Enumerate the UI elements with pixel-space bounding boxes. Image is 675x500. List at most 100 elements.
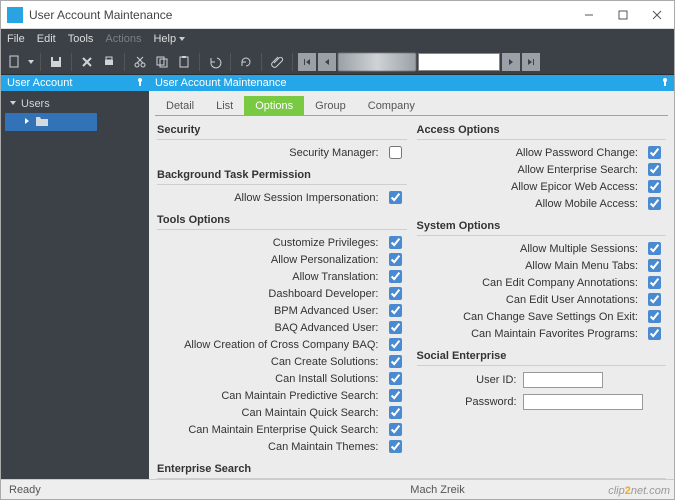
- label-password-change: Allow Password Change:: [516, 147, 638, 159]
- checkbox-epicor-web-access[interactable]: [648, 180, 661, 193]
- checkbox-bpm-advanced-user[interactable]: [389, 304, 402, 317]
- group-tools-options-title: Tools Options: [157, 212, 407, 230]
- checkbox-predictive-search[interactable]: [389, 389, 402, 402]
- tree-view[interactable]: Users: [1, 91, 149, 135]
- checkbox-baq-advanced-user[interactable]: [389, 321, 402, 334]
- menu-actions[interactable]: Actions: [105, 33, 141, 45]
- checkbox-dashboard-developer[interactable]: [389, 287, 402, 300]
- tree-child-selected[interactable]: [5, 113, 97, 131]
- group-background: Background Task Permission Allow Session…: [157, 167, 407, 206]
- chevron-down-icon[interactable]: [9, 98, 17, 110]
- field-password: Password:: [417, 392, 667, 412]
- label-bpm-advanced-user: BPM Advanced User:: [274, 305, 379, 317]
- right-panel-title: User Account Maintenance: [155, 77, 286, 89]
- delete-button[interactable]: [77, 52, 97, 72]
- menu-help[interactable]: Help: [153, 33, 186, 45]
- nav-first-button[interactable]: [298, 53, 316, 71]
- label-main-menu-tabs: Allow Main Menu Tabs:: [525, 260, 638, 272]
- group-enterprise-search: Enterprise Search Use Default URL: Searc…: [157, 461, 666, 479]
- input-password[interactable]: [523, 394, 643, 410]
- label-company-annotations: Can Edit Company Annotations:: [482, 277, 638, 289]
- window-title: User Account Maintenance: [29, 8, 572, 22]
- tab-options[interactable]: Options: [244, 96, 304, 115]
- checkbox-company-annotations[interactable]: [648, 276, 661, 289]
- app-icon: [7, 7, 23, 23]
- checkbox-security-manager[interactable]: [389, 146, 402, 159]
- blurred-region: [338, 53, 416, 71]
- maximize-button[interactable]: [606, 1, 640, 29]
- input-user-id[interactable]: [523, 372, 603, 388]
- tab-bar: Detail List Options Group Company: [149, 91, 674, 115]
- checkbox-quick-search[interactable]: [389, 406, 402, 419]
- checkbox-session-impersonation[interactable]: [389, 191, 402, 204]
- cut-button[interactable]: [130, 52, 150, 72]
- checkbox-main-menu-tabs[interactable]: [648, 259, 661, 272]
- nav-prev-button[interactable]: [318, 53, 336, 71]
- group-access-options: Access Options Allow Password Change: Al…: [417, 122, 667, 212]
- copy-button[interactable]: [152, 52, 172, 72]
- field-session-impersonation: Allow Session Impersonation:: [157, 189, 407, 206]
- checkbox-create-solutions[interactable]: [389, 355, 402, 368]
- chevron-right-icon[interactable]: [23, 116, 31, 128]
- left-panel: User Account Users: [1, 75, 149, 479]
- options-form: Security Security Manager: Background Ta…: [149, 116, 674, 479]
- undo-button[interactable]: [205, 52, 225, 72]
- nav-next-button[interactable]: [502, 53, 520, 71]
- checkbox-multiple-sessions[interactable]: [648, 242, 661, 255]
- checkbox-install-solutions[interactable]: [389, 372, 402, 385]
- label-quick-search: Can Maintain Quick Search:: [242, 407, 379, 419]
- tab-group[interactable]: Group: [304, 96, 357, 115]
- label-enterprise-search: Allow Enterprise Search:: [518, 164, 638, 176]
- pin-icon[interactable]: [660, 77, 670, 90]
- checkbox-mobile-access[interactable]: [648, 197, 661, 210]
- right-panel-header: User Account Maintenance: [149, 75, 674, 91]
- right-panel: User Account Maintenance Detail List Opt…: [149, 75, 674, 479]
- label-allow-translation: Allow Translation:: [292, 271, 378, 283]
- minimize-button[interactable]: [572, 1, 606, 29]
- checkbox-enterprise-search[interactable]: [648, 163, 661, 176]
- group-enterprise-search-title: Enterprise Search: [157, 461, 666, 479]
- menu-edit[interactable]: Edit: [37, 33, 56, 45]
- nav-last-button[interactable]: [522, 53, 540, 71]
- checkbox-cross-company-baq[interactable]: [389, 338, 402, 351]
- attachment-button[interactable]: [267, 52, 287, 72]
- status-bar: Ready Mach Zreik: [1, 479, 674, 499]
- checkbox-password-change[interactable]: [648, 146, 661, 159]
- checkbox-save-settings-exit[interactable]: [648, 310, 661, 323]
- checkbox-customize-privileges[interactable]: [389, 236, 402, 249]
- pin-icon[interactable]: [135, 77, 145, 90]
- tree-root-users[interactable]: Users: [5, 95, 145, 113]
- group-access-options-title: Access Options: [417, 122, 667, 140]
- tab-company[interactable]: Company: [357, 96, 426, 115]
- label-allow-personalization: Allow Personalization:: [271, 254, 379, 266]
- left-panel-header: User Account: [1, 75, 149, 91]
- checkbox-user-annotations[interactable]: [648, 293, 661, 306]
- tab-detail[interactable]: Detail: [155, 96, 205, 115]
- label-multiple-sessions: Allow Multiple Sessions:: [520, 243, 638, 255]
- paste-button[interactable]: [174, 52, 194, 72]
- menu-bar: File Edit Tools Actions Help: [1, 29, 674, 49]
- group-system-options: System Options Allow Multiple Sessions: …: [417, 218, 667, 342]
- checkbox-enterprise-quick-search[interactable]: [389, 423, 402, 436]
- menu-tools[interactable]: Tools: [68, 33, 94, 45]
- refresh-button[interactable]: [236, 52, 256, 72]
- label-create-solutions: Can Create Solutions:: [271, 356, 379, 368]
- menu-file[interactable]: File: [7, 33, 25, 45]
- new-button[interactable]: [5, 52, 25, 72]
- group-system-options-title: System Options: [417, 218, 667, 236]
- toolbar-search-input[interactable]: [418, 53, 500, 71]
- label-maintain-themes: Can Maintain Themes:: [268, 441, 378, 453]
- label-install-solutions: Can Install Solutions:: [275, 373, 378, 385]
- window-title-bar: User Account Maintenance: [1, 1, 674, 29]
- folder-icon: [35, 115, 49, 130]
- checkbox-allow-translation[interactable]: [389, 270, 402, 283]
- checkbox-favorites-programs[interactable]: [648, 327, 661, 340]
- label-enterprise-quick-search: Can Maintain Enterprise Quick Search:: [188, 424, 378, 436]
- print-button[interactable]: [99, 52, 119, 72]
- dropdown-icon[interactable]: [27, 55, 35, 69]
- checkbox-maintain-themes[interactable]: [389, 440, 402, 453]
- save-button[interactable]: [46, 52, 66, 72]
- close-button[interactable]: [640, 1, 674, 29]
- tab-list[interactable]: List: [205, 96, 244, 115]
- checkbox-allow-personalization[interactable]: [389, 253, 402, 266]
